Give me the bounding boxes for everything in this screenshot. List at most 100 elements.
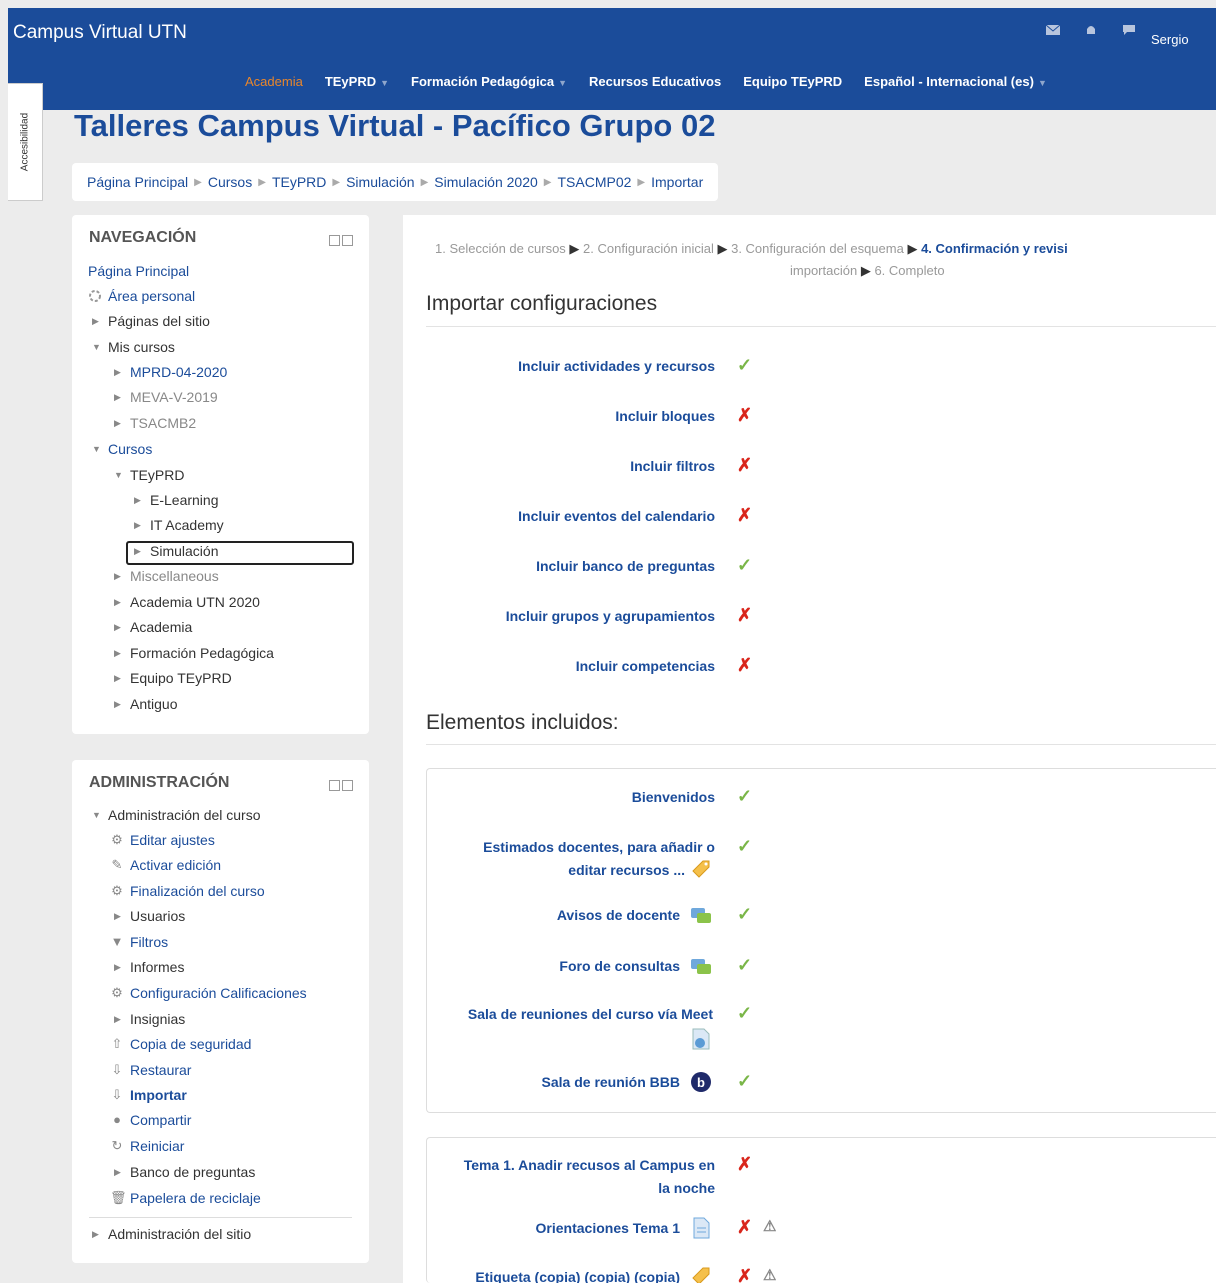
admin-item[interactable]: ⚙ Finalización del curso	[110, 883, 265, 899]
nav-item[interactable]: ▶ MPRD-04-2020	[114, 364, 227, 380]
check-icon: ✓	[737, 955, 753, 975]
admin-item[interactable]: ↻ Reiniciar	[110, 1138, 185, 1154]
share-icon: ●	[113, 1112, 121, 1127]
cross-icon: ✗	[737, 455, 753, 475]
expand-arrow-icon: ▶	[114, 570, 121, 581]
envelope-icon[interactable]	[1046, 24, 1060, 36]
admin-item-label: Finalización del curso	[130, 883, 265, 899]
admin-item-label: Papelera de reciclaje	[130, 1190, 261, 1206]
admin-item[interactable]: ▶ Insignias	[114, 1011, 185, 1027]
expand-arrow-icon: ▶	[114, 672, 121, 683]
collapse-arrow-icon: ▼	[92, 342, 101, 352]
nav-item-label: IT Academy	[150, 517, 224, 533]
admin-item[interactable]: ⇩ Restaurar	[110, 1062, 192, 1078]
menu-teyprd[interactable]: TEyPRD ▼	[325, 74, 389, 89]
admin-item[interactable]: ▶ Administración del sitio	[92, 1226, 251, 1242]
nav-item[interactable]: ▶ IT Academy	[134, 517, 224, 533]
site-brand[interactable]: Campus Virtual UTN	[13, 22, 187, 44]
menu-language[interactable]: Español - Internacional (es) ▼	[864, 74, 1047, 89]
block-divider	[89, 1217, 352, 1218]
url-icon	[692, 1028, 710, 1050]
menu-formacion[interactable]: Formación Pedagógica ▼	[411, 74, 567, 89]
accessibility-tab[interactable]: Accesibilidad	[8, 83, 43, 201]
check-icon: ✓	[737, 904, 753, 924]
collapse-arrow-icon: ▼	[92, 444, 101, 454]
nav-item-label: Simulación	[150, 543, 219, 559]
dashboard-icon	[89, 290, 101, 302]
breadcrumb-item[interactable]: Simulación	[346, 174, 414, 190]
setting-label: Incluir eventos del calendario	[518, 508, 715, 524]
admin-item[interactable]: 🗑 Papelera de reciclaje	[110, 1190, 261, 1206]
nav-item-label: Academia UTN 2020	[130, 594, 260, 610]
block-controls-icon[interactable]	[329, 235, 353, 246]
admin-item[interactable]: ▼ Administración del curso	[92, 807, 261, 823]
nav-item-label: E-Learning	[150, 492, 219, 508]
nav-item[interactable]: ▶ Equipo TEyPRD	[114, 670, 232, 686]
expand-arrow-icon: ▶	[114, 417, 121, 428]
expand-arrow-icon: ▶	[134, 494, 141, 505]
admin-item-label: Configuración Calificaciones	[130, 985, 307, 1001]
filter-icon: ▼	[110, 934, 124, 949]
admin-item[interactable]: ✎ Activar edición	[110, 857, 222, 873]
breadcrumb-item[interactable]: TEyPRD	[272, 174, 326, 190]
nav-item[interactable]: Página Principal	[88, 263, 189, 279]
nav-item[interactable]: ▶ Páginas del sitio	[92, 313, 210, 329]
breadcrumb-item[interactable]: Simulación 2020	[434, 174, 538, 190]
step-4-current: 4. Confirmación y revisi	[921, 241, 1068, 256]
nav-item[interactable]: ▼ TEyPRD	[114, 467, 184, 483]
block-controls-icon[interactable]	[329, 780, 353, 791]
user-menu[interactable]: Sergio	[1151, 32, 1189, 47]
admin-item[interactable]: ⚙ Configuración Calificaciones	[110, 985, 307, 1001]
admin-item[interactable]: ▶ Usuarios	[114, 908, 185, 924]
breadcrumb-item[interactable]: TSACMP02	[558, 174, 632, 190]
menu-equipo[interactable]: Equipo TEyPRD	[743, 74, 842, 89]
nav-item[interactable]: ▼ Mis cursos	[92, 339, 175, 355]
nav-item[interactable]: ▶ Formación Pedagógica	[114, 645, 274, 661]
admin-item[interactable]: ▼ Filtros	[110, 934, 169, 950]
pencil-icon: ✎	[111, 857, 123, 872]
admin-item[interactable]: ▶ Banco de preguntas	[114, 1164, 255, 1180]
bell-icon[interactable]	[1084, 24, 1098, 36]
step-arrow-icon: ▶	[860, 263, 871, 278]
expand-arrow-icon: ▶	[114, 698, 121, 709]
breadcrumb-item[interactable]: Página Principal	[87, 174, 188, 190]
menu-academia[interactable]: Academia	[245, 74, 303, 89]
admin-item-active[interactable]: ⇩ Importar	[110, 1087, 187, 1103]
nav-item[interactable]: ▶ Antiguo	[114, 696, 177, 712]
nav-item[interactable]: ▶ Academia	[114, 619, 192, 635]
page-title: Talleres Campus Virtual - Pacífico Grupo…	[74, 108, 716, 143]
breadcrumb-item[interactable]: Cursos	[208, 174, 252, 190]
item-label: Sala de reunión BBB	[541, 1074, 680, 1090]
setting-label: Incluir grupos y agrupamientos	[505, 608, 715, 624]
nav-item[interactable]: ▶ E-Learning	[134, 492, 219, 508]
nav-item-label: TEyPRD	[130, 467, 185, 483]
chat-icon[interactable]	[1122, 24, 1136, 36]
breadcrumb-separator-icon: ▶	[420, 176, 429, 188]
check-icon: ✓	[737, 555, 753, 575]
nav-item[interactable]: ▶ Simulación	[134, 543, 218, 559]
nav-item[interactable]: ▼ Cursos	[92, 441, 152, 457]
item-label: Foro de consultas	[559, 958, 680, 974]
admin-item[interactable]: ⇧ Copia de seguridad	[110, 1036, 252, 1052]
admin-item[interactable]: ⚙ Editar ajustes	[110, 832, 215, 848]
import-icon: ⇩	[111, 1087, 123, 1102]
cross-icon: ✗	[737, 1154, 753, 1174]
breadcrumb-item[interactable]: Importar	[651, 174, 703, 190]
item-label: Bienvenidos	[631, 789, 715, 805]
nav-item[interactable]: ▶ Academia UTN 2020	[114, 594, 260, 610]
admin-item[interactable]: ● Compartir	[110, 1112, 191, 1128]
nav-item[interactable]: ▶ Miscellaneous	[114, 568, 219, 584]
check-icon: ✓	[737, 786, 753, 806]
nav-item-label: MEVA-V-2019	[130, 389, 218, 405]
nav-item[interactable]: ▶ MEVA-V-2019	[114, 389, 218, 405]
item-label-continued: la noche	[658, 1180, 715, 1196]
expand-arrow-icon: ▶	[134, 545, 141, 556]
forum-icon	[691, 959, 711, 974]
admin-item[interactable]: ▶ Informes	[114, 959, 184, 975]
breadcrumb-separator-icon: ▶	[637, 176, 646, 188]
menu-recursos[interactable]: Recursos Educativos	[589, 74, 721, 89]
nav-item[interactable]: ▶ TSACMB2	[114, 415, 196, 431]
nav-item[interactable]: Área personal	[88, 288, 195, 304]
navbar-icons	[1046, 24, 1136, 36]
caret-down-icon: ▼	[558, 78, 567, 88]
